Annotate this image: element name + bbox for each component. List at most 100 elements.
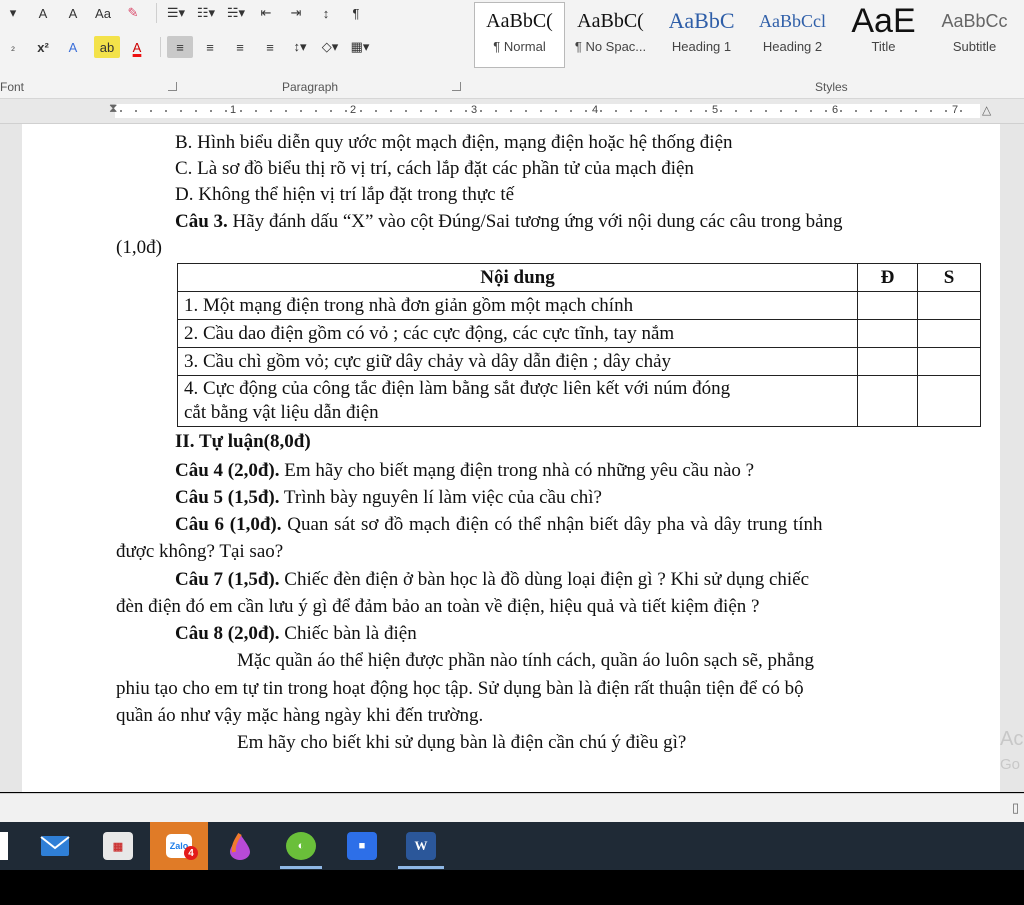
question-5-text: Trình bày nguyên lí làm việc của cầu chì… — [279, 487, 602, 508]
ruler-tick — [165, 110, 167, 112]
ruler-tick — [840, 110, 842, 112]
false-cell[interactable] — [917, 319, 981, 348]
question-4-text: Em hãy cho biết mạng điện trong nhà có n… — [279, 460, 755, 481]
document-area[interactable]: B. Hình biểu diễn quy ước một mạch điện,… — [0, 124, 1024, 792]
ruler-tick — [690, 110, 692, 112]
table-header-row: Nội dung Đ S — [177, 263, 981, 292]
style-heading-2[interactable]: AaBbCcl Heading 2 — [747, 2, 838, 68]
question-8-label: Câu 8 (2,0đ). — [175, 623, 280, 644]
ruler-tick — [930, 110, 932, 112]
question-8-text: Chiếc bàn là điện — [279, 623, 417, 644]
active-app-indicator — [280, 866, 322, 869]
ruler-tick — [630, 110, 632, 112]
line-spacing-icon[interactable]: ↕▾ — [287, 36, 313, 58]
false-cell[interactable] — [917, 291, 981, 320]
question-8-para2: phiu tạo cho em tự tin trong hoạt động h… — [116, 678, 804, 699]
increase-indent-icon[interactable]: ⇥ — [283, 2, 309, 24]
grow-font-button[interactable]: A — [30, 2, 56, 24]
style-sample: AaE — [851, 3, 916, 39]
style-name: Title — [871, 39, 896, 54]
horizontal-ruler[interactable]: ⧗ 1 2 3 4 5 6 7 △ — [0, 99, 1024, 124]
taskbar: ▦ Zalo 4 ◐ ■ W — [0, 822, 1024, 870]
question-7-text: Chiếc đèn điện ở bàn học là đồ dùng loại… — [279, 569, 810, 590]
multilevel-list-icon[interactable]: ☵▾ — [223, 2, 249, 24]
mail-envelope-icon — [40, 836, 70, 856]
style-subtitle[interactable]: AaBbCc Subtitle — [929, 2, 1020, 68]
bullets-icon[interactable]: ☰▾ — [163, 2, 189, 24]
zalo-icon[interactable]: Zalo 4 — [150, 822, 208, 870]
zoom-icon[interactable]: ■ — [347, 832, 377, 860]
ruler-tick — [780, 110, 782, 112]
align-left-icon[interactable]: ≡ — [167, 36, 193, 58]
subscript-button[interactable]: ₂ — [0, 36, 26, 58]
ruler-tick — [435, 110, 437, 112]
true-cell[interactable] — [857, 291, 918, 320]
ruler-tick — [330, 110, 332, 112]
style-normal[interactable]: AaBbC( ¶ Normal — [474, 2, 565, 68]
borders-icon[interactable]: ▦▾ — [347, 36, 373, 58]
first-line-indent-marker-icon[interactable]: ⧗ — [109, 101, 117, 116]
highlight-button[interactable]: ab — [94, 36, 120, 58]
false-cell[interactable] — [917, 347, 981, 376]
true-cell[interactable] — [857, 319, 918, 348]
paint-icon[interactable] — [225, 832, 255, 860]
ruler-tick — [405, 110, 407, 112]
greenshot-icon[interactable]: ◐ — [286, 832, 316, 860]
view-icon[interactable]: ▯ — [1012, 800, 1019, 816]
shrink-font-button[interactable]: A — [60, 2, 86, 24]
ruler-tick — [615, 110, 617, 112]
false-cell[interactable] — [917, 375, 981, 427]
superscript-button[interactable]: x² — [30, 36, 56, 58]
ruler-tick — [540, 110, 542, 112]
font-dialog-launcher-icon[interactable] — [168, 82, 177, 91]
font-color-button[interactable]: A — [124, 36, 150, 58]
align-center-icon[interactable]: ≡ — [197, 36, 223, 58]
style-no-spacing[interactable]: AaBbC( ¶ No Spac... — [565, 2, 656, 68]
true-cell[interactable] — [857, 347, 918, 376]
show-marks-icon[interactable]: ¶ — [343, 2, 369, 24]
true-cell[interactable] — [857, 375, 918, 427]
divider — [156, 3, 157, 23]
numbering-icon[interactable]: ☷▾ — [193, 2, 219, 24]
zalo-badge: 4 — [184, 846, 198, 860]
decrease-indent-icon[interactable]: ⇤ — [253, 2, 279, 24]
status-bar: ▯ — [0, 793, 1024, 823]
clear-formatting-icon[interactable]: ✎ — [120, 2, 146, 24]
table-row: 2. Cầu dao điện gồm có vỏ ; các cực động… — [177, 319, 981, 348]
table-cell: 4. Cực động của công tắc điện làm bằng s… — [177, 375, 858, 427]
ruler-tick — [525, 110, 527, 112]
right-indent-marker-icon[interactable]: △ — [982, 103, 991, 117]
ruler-tick — [135, 110, 137, 112]
style-name: Heading 1 — [671, 39, 732, 54]
true-false-table: Nội dung Đ S 1. Một mạng điện trong nhà … — [177, 263, 981, 427]
style-heading-1[interactable]: AaBbC Heading 1 — [656, 2, 747, 68]
font-size-dropdown-edge[interactable]: ▾ — [0, 2, 26, 24]
word-icon[interactable]: W — [406, 832, 436, 860]
question-5-label: Câu 5 (1,5đ). — [175, 487, 280, 508]
shading-icon[interactable]: ◇▾ — [317, 36, 343, 58]
change-case-button[interactable]: Aa — [90, 2, 116, 24]
start-edge-icon[interactable] — [0, 832, 8, 860]
text-effects-button[interactable]: A — [60, 36, 86, 58]
style-title[interactable]: AaE Title — [838, 2, 929, 68]
mail-icon[interactable] — [40, 832, 70, 860]
sort-icon[interactable]: ↕ — [313, 2, 339, 24]
ruler-tick — [240, 110, 242, 112]
document-page[interactable]: B. Hình biểu diễn quy ước một mạch điện,… — [22, 124, 1000, 792]
ruler-tick — [765, 110, 767, 112]
ruler-tick — [450, 110, 452, 112]
paragraph-dialog-launcher-icon[interactable] — [452, 82, 461, 91]
justify-icon[interactable]: ≡ — [257, 36, 283, 58]
style-sample: AaBbCcl — [759, 10, 826, 31]
answer-b: B. Hình biểu diễn quy ước một mạch điện,… — [175, 132, 733, 153]
question-6-text: Quan sát sơ đồ mạch điện có thể nhận biế… — [281, 514, 823, 535]
activate-windows-watermark-line2: Go — [1000, 756, 1021, 773]
align-right-icon[interactable]: ≡ — [227, 36, 253, 58]
row4-line2: cắt bằng vật liệu dẫn điện — [184, 402, 379, 423]
question-8: Câu 8 (2,0đ). Chiếc bàn là điện — [175, 622, 417, 646]
question-6-label: Câu 6 (1,0đ). — [175, 514, 282, 535]
ruler-tick — [600, 110, 602, 112]
calculator-icon[interactable]: ▦ — [103, 832, 133, 860]
question-3-points: (1,0đ) — [116, 237, 162, 258]
ruler-number: 6 — [832, 104, 839, 116]
